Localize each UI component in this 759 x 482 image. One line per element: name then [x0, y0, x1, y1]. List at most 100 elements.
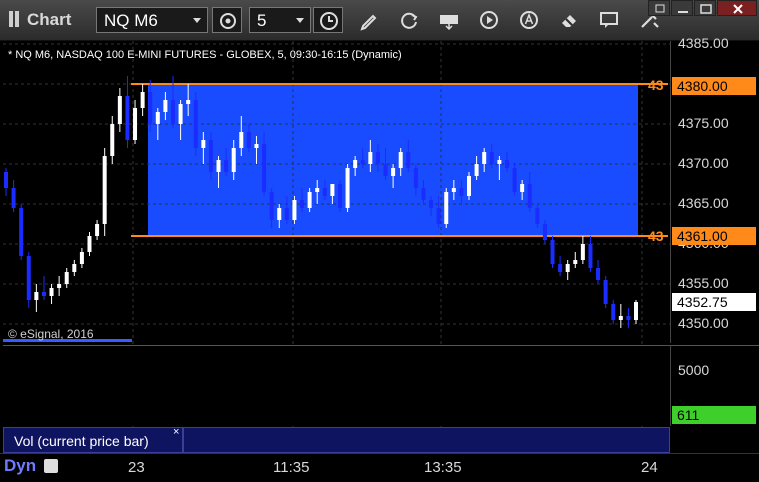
candle-body	[421, 188, 426, 200]
candle-body	[603, 280, 608, 304]
candle-body	[269, 192, 274, 220]
candle-body	[216, 160, 221, 172]
candle-body	[140, 92, 145, 108]
candle-body	[436, 208, 441, 224]
level-range-box	[148, 84, 638, 236]
candle-body	[512, 168, 517, 192]
lower-level-label-left: 43	[648, 228, 664, 244]
candle-body	[315, 188, 320, 192]
candle-body	[322, 188, 327, 196]
candle-body	[368, 152, 373, 164]
close-study-icon[interactable]: ×	[173, 426, 179, 438]
study-tab-strip	[183, 427, 670, 453]
candle-body	[413, 168, 418, 188]
candle-body	[49, 288, 54, 296]
candle-body	[262, 144, 267, 192]
candle-body	[72, 264, 77, 272]
candle-body	[634, 302, 638, 320]
candle-body	[87, 236, 92, 252]
candle-body	[353, 160, 358, 168]
last-price-tag: 4352.75	[672, 293, 756, 311]
price-tick-label: 4355.00	[678, 275, 729, 291]
candle-body	[34, 292, 39, 300]
candle-body	[186, 100, 191, 104]
candle-body	[246, 132, 251, 148]
candle-body	[444, 192, 449, 224]
candle-body	[558, 264, 563, 272]
chart-header: * NQ M6, NASDAQ 100 E-MINI FUTURES - GLO…	[8, 49, 402, 61]
price-tick-label: 4370.00	[678, 155, 729, 171]
candle-body	[383, 164, 388, 176]
candle-body	[239, 132, 244, 148]
candle-body	[550, 240, 555, 264]
volume-study-tab[interactable]: Vol (current price bar) ×	[3, 426, 183, 453]
candle-body	[163, 100, 168, 112]
candle-body	[224, 160, 229, 172]
candle-body	[133, 108, 138, 140]
candle-body	[565, 264, 570, 272]
time-label: 24	[641, 459, 658, 476]
volume-pane[interactable]	[3, 345, 670, 426]
candle-body	[542, 224, 547, 240]
candle-body	[375, 152, 380, 164]
price-tick-label: 4365.00	[678, 195, 729, 211]
candle-body	[580, 244, 585, 260]
candle-body	[201, 140, 206, 148]
candle-body	[4, 172, 8, 188]
candle-body	[391, 168, 396, 176]
candle-body	[497, 160, 502, 164]
candle-body	[398, 152, 403, 168]
candle-body	[626, 316, 631, 320]
time-label: 23	[128, 459, 145, 476]
price-tick-label: 4350.00	[678, 315, 729, 331]
candle-body	[618, 316, 623, 320]
candle-body	[117, 96, 122, 124]
candle-body	[406, 152, 411, 168]
candle-body	[155, 112, 160, 124]
candle-body	[527, 184, 532, 208]
candle-body	[170, 100, 175, 124]
candle-body	[254, 144, 259, 148]
upper-level-price-tag[interactable]: 4380.00	[672, 77, 756, 95]
candle-body	[520, 184, 525, 192]
copyright-text: © eSignal, 2016	[8, 327, 94, 341]
candle-body	[231, 148, 236, 172]
candle-body	[482, 152, 487, 164]
candle-body	[178, 104, 183, 124]
candle-body	[95, 224, 100, 236]
candle-body	[125, 96, 130, 140]
candle-body	[292, 200, 297, 220]
dynamic-mode-label[interactable]: Dyn	[4, 456, 36, 476]
candle-body	[102, 156, 107, 224]
candle-body	[596, 268, 601, 280]
candle-body	[79, 252, 84, 264]
candle-body	[459, 188, 464, 196]
dynamic-settings-icon[interactable]	[44, 459, 58, 473]
lower-level-price-tag[interactable]: 4361.00	[672, 227, 756, 245]
candle-body	[360, 160, 365, 164]
candle-body	[277, 208, 282, 220]
upper-level-label-left: 43	[648, 77, 664, 93]
candle-body	[489, 152, 494, 164]
volume-study-label: Vol (current price bar)	[14, 433, 149, 449]
candle-body	[451, 188, 456, 192]
candle-body	[345, 168, 350, 208]
candle-body	[193, 100, 198, 148]
candle-body	[535, 208, 540, 224]
candle-body	[300, 200, 305, 208]
price-tick-label: 4385.00	[678, 35, 729, 51]
candle-body	[11, 188, 16, 208]
candle-body	[474, 164, 479, 176]
candle-body	[26, 256, 31, 300]
candle-body	[504, 160, 509, 168]
candle-body	[57, 284, 62, 288]
candle-body	[467, 176, 472, 196]
candle-body	[19, 208, 24, 256]
candle-body	[64, 272, 69, 284]
candle-body	[337, 184, 342, 208]
candle-body	[208, 140, 213, 172]
time-label: 13:35	[424, 459, 462, 476]
time-axis[interactable]: 23 11:35 13:35 24	[0, 453, 759, 482]
candle-body	[110, 124, 115, 156]
candle-body	[588, 244, 593, 268]
